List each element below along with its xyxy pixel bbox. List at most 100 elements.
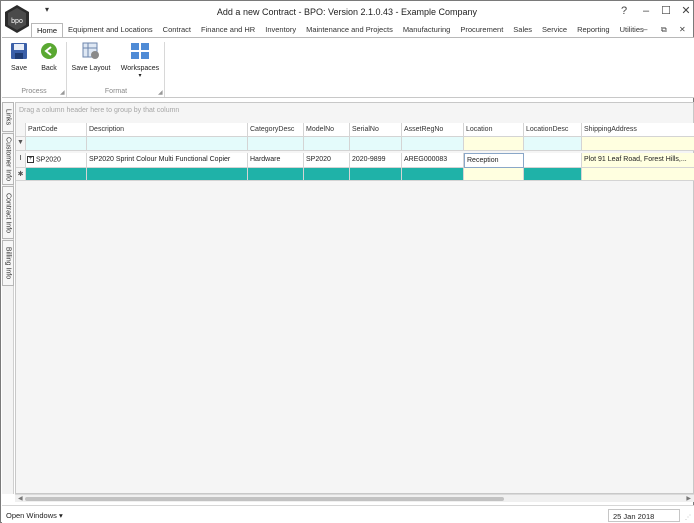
tab-procurement[interactable]: Procurement — [455, 23, 508, 38]
status-date[interactable]: 25 Jan 2018 — [608, 509, 680, 522]
tab-manufacturing[interactable]: Manufacturing — [398, 23, 456, 38]
save-button[interactable]: Save — [6, 42, 32, 72]
workspaces-dropdown-icon: ▾ — [138, 73, 142, 79]
new-cell-serialno[interactable] — [350, 168, 402, 181]
title-bar: bpo ▾ Add a new Contract - BPO: Version … — [1, 1, 694, 33]
expand-row-icon[interactable]: + — [27, 156, 34, 163]
scroll-right-icon[interactable]: ▶ — [686, 495, 691, 502]
tab-equipment-and-locations[interactable]: Equipment and Locations — [63, 23, 158, 38]
side-tab-links[interactable]: Links — [2, 102, 14, 132]
column-header-shippingaddress[interactable]: ShippingAddress — [582, 123, 694, 137]
new-cell-categorydesc[interactable] — [248, 168, 304, 181]
column-header-modelno[interactable]: ModelNo — [304, 123, 350, 137]
format-group-launcher-icon[interactable]: ◢ — [158, 89, 163, 96]
minimize-button[interactable]: – — [637, 4, 655, 18]
side-tab-customer-info[interactable]: Customer Info — [2, 133, 14, 185]
filter-cell-location[interactable] — [464, 137, 524, 151]
filter-cell-partcode[interactable] — [26, 137, 87, 151]
process-group-label: Process — [21, 88, 47, 95]
horizontal-scrollbar[interactable]: ◀ ▶ — [15, 494, 694, 502]
new-cell-locationdesc[interactable] — [524, 168, 582, 181]
cell-partcode[interactable]: + SP2020 — [26, 153, 87, 168]
cell-modelno[interactable]: SP2020 — [304, 153, 350, 168]
workspaces-button-label: Workspaces — [120, 65, 160, 72]
header-row: PartCode Description CategoryDesc ModelN… — [16, 123, 694, 137]
app-window: bpo ▾ Add a new Contract - BPO: Version … — [0, 0, 694, 523]
window-title: Add a new Contract - BPO: Version 2.1.0.… — [216, 7, 478, 17]
tab-home[interactable]: Home — [31, 23, 64, 38]
mdi-minimize-button[interactable]: – — [643, 25, 647, 34]
cell-categorydesc[interactable]: Hardware — [248, 153, 304, 168]
format-group-label: Format — [104, 88, 128, 95]
group-separator — [164, 42, 165, 97]
tab-service[interactable]: Service — [537, 23, 572, 38]
help-icon[interactable]: ? — [615, 4, 633, 18]
new-item-row[interactable]: ✱ — [16, 168, 694, 181]
tab-maintenance-and-projects[interactable]: Maintenance and Projects — [301, 23, 398, 38]
column-header-serialno[interactable]: SerialNo — [350, 123, 402, 137]
data-grid: Drag a column header here to group by th… — [15, 102, 694, 494]
maximize-button[interactable]: ☐ — [657, 4, 675, 18]
save-layout-button-label: Save Layout — [71, 65, 111, 72]
column-header-description[interactable]: Description — [87, 123, 248, 137]
new-cell-description[interactable] — [87, 168, 248, 181]
filter-cell-serialno[interactable] — [350, 137, 402, 151]
new-cell-modelno[interactable] — [304, 168, 350, 181]
column-header-assetregno[interactable]: AssetRegNo — [402, 123, 464, 137]
save-icon — [11, 43, 27, 59]
filter-cell-locationdesc[interactable] — [524, 137, 582, 151]
scrollbar-thumb[interactable] — [25, 497, 504, 501]
cell-location-editor[interactable]: Reception — [464, 153, 524, 168]
workspaces-button[interactable]: Workspaces ▾ — [118, 42, 162, 79]
column-header-partcode[interactable]: PartCode — [26, 123, 87, 137]
workspaces-icon — [131, 43, 149, 59]
svg-text:bpo: bpo — [11, 18, 23, 25]
save-layout-icon — [82, 42, 99, 59]
auto-filter-row: ▼ — [16, 137, 694, 151]
back-button[interactable]: Back — [36, 42, 62, 72]
new-row-indicator-icon: ✱ — [16, 168, 26, 181]
mdi-restore-button[interactable]: ⧉ — [661, 25, 667, 35]
tab-inventory[interactable]: Inventory — [260, 23, 301, 38]
tab-reporting[interactable]: Reporting — [572, 23, 615, 38]
filter-cell-description[interactable] — [87, 137, 248, 151]
group-separator — [66, 42, 67, 97]
filter-cell-assetregno[interactable] — [402, 137, 464, 151]
save-layout-button[interactable]: Save Layout — [69, 42, 113, 72]
side-tab-billing-info[interactable]: Billing Info — [2, 240, 14, 286]
back-button-label: Back — [41, 65, 57, 72]
cell-serialno[interactable]: 2020-9899 — [350, 153, 402, 168]
open-windows-button[interactable]: Open Windows ▾ — [6, 511, 63, 520]
ribbon-tab-strip: Home Equipment and Locations Contract Finan… — [31, 23, 649, 38]
edit-row-indicator: I — [16, 153, 26, 168]
close-button[interactable]: ✕ — [677, 4, 694, 18]
resize-grip-icon[interactable]: ⋰ — [685, 514, 691, 521]
new-cell-location[interactable] — [464, 168, 524, 181]
column-header-location[interactable]: Location — [464, 123, 524, 137]
row-indicator-header — [16, 123, 26, 137]
new-cell-partcode[interactable] — [26, 168, 87, 181]
tab-sales[interactable]: Sales — [508, 23, 537, 38]
process-group-launcher-icon[interactable]: ◢ — [60, 89, 65, 96]
filter-cell-categorydesc[interactable] — [248, 137, 304, 151]
tab-contract[interactable]: Contract — [158, 23, 196, 38]
cell-locationdesc[interactable] — [524, 153, 582, 168]
column-header-locationdesc[interactable]: LocationDesc — [524, 123, 582, 137]
status-bar: Open Windows ▾ 25 Jan 2018 ⋰ — [2, 505, 694, 523]
side-tab-strip: Links Customer Info Contract Info Billin… — [2, 102, 14, 494]
cell-assetregno[interactable]: AREG000083 — [402, 153, 464, 168]
filter-cell-modelno[interactable] — [304, 137, 350, 151]
mdi-close-button[interactable]: ✕ — [679, 25, 686, 34]
side-tab-contract-info[interactable]: Contract Info — [2, 186, 14, 239]
group-by-panel[interactable]: Drag a column header here to group by th… — [16, 103, 693, 123]
save-button-label: Save — [11, 65, 27, 72]
new-cell-shippingaddress[interactable] — [582, 168, 694, 181]
tab-finance-and-hr[interactable]: Finance and HR — [196, 23, 260, 38]
new-cell-assetregno[interactable] — [402, 168, 464, 181]
column-header-categorydesc[interactable]: CategoryDesc — [248, 123, 304, 137]
table-row[interactable]: I + SP2020 SP2020 Sprint Colour Multi Fun… — [16, 153, 694, 168]
cell-shippingaddress[interactable]: Plot 91 Leaf Road, Forest Hills,... — [582, 153, 694, 168]
filter-cell-shippingaddress[interactable] — [582, 137, 694, 151]
scroll-left-icon[interactable]: ◀ — [18, 495, 23, 502]
cell-description[interactable]: SP2020 Sprint Colour Multi Functional Co… — [87, 153, 248, 168]
